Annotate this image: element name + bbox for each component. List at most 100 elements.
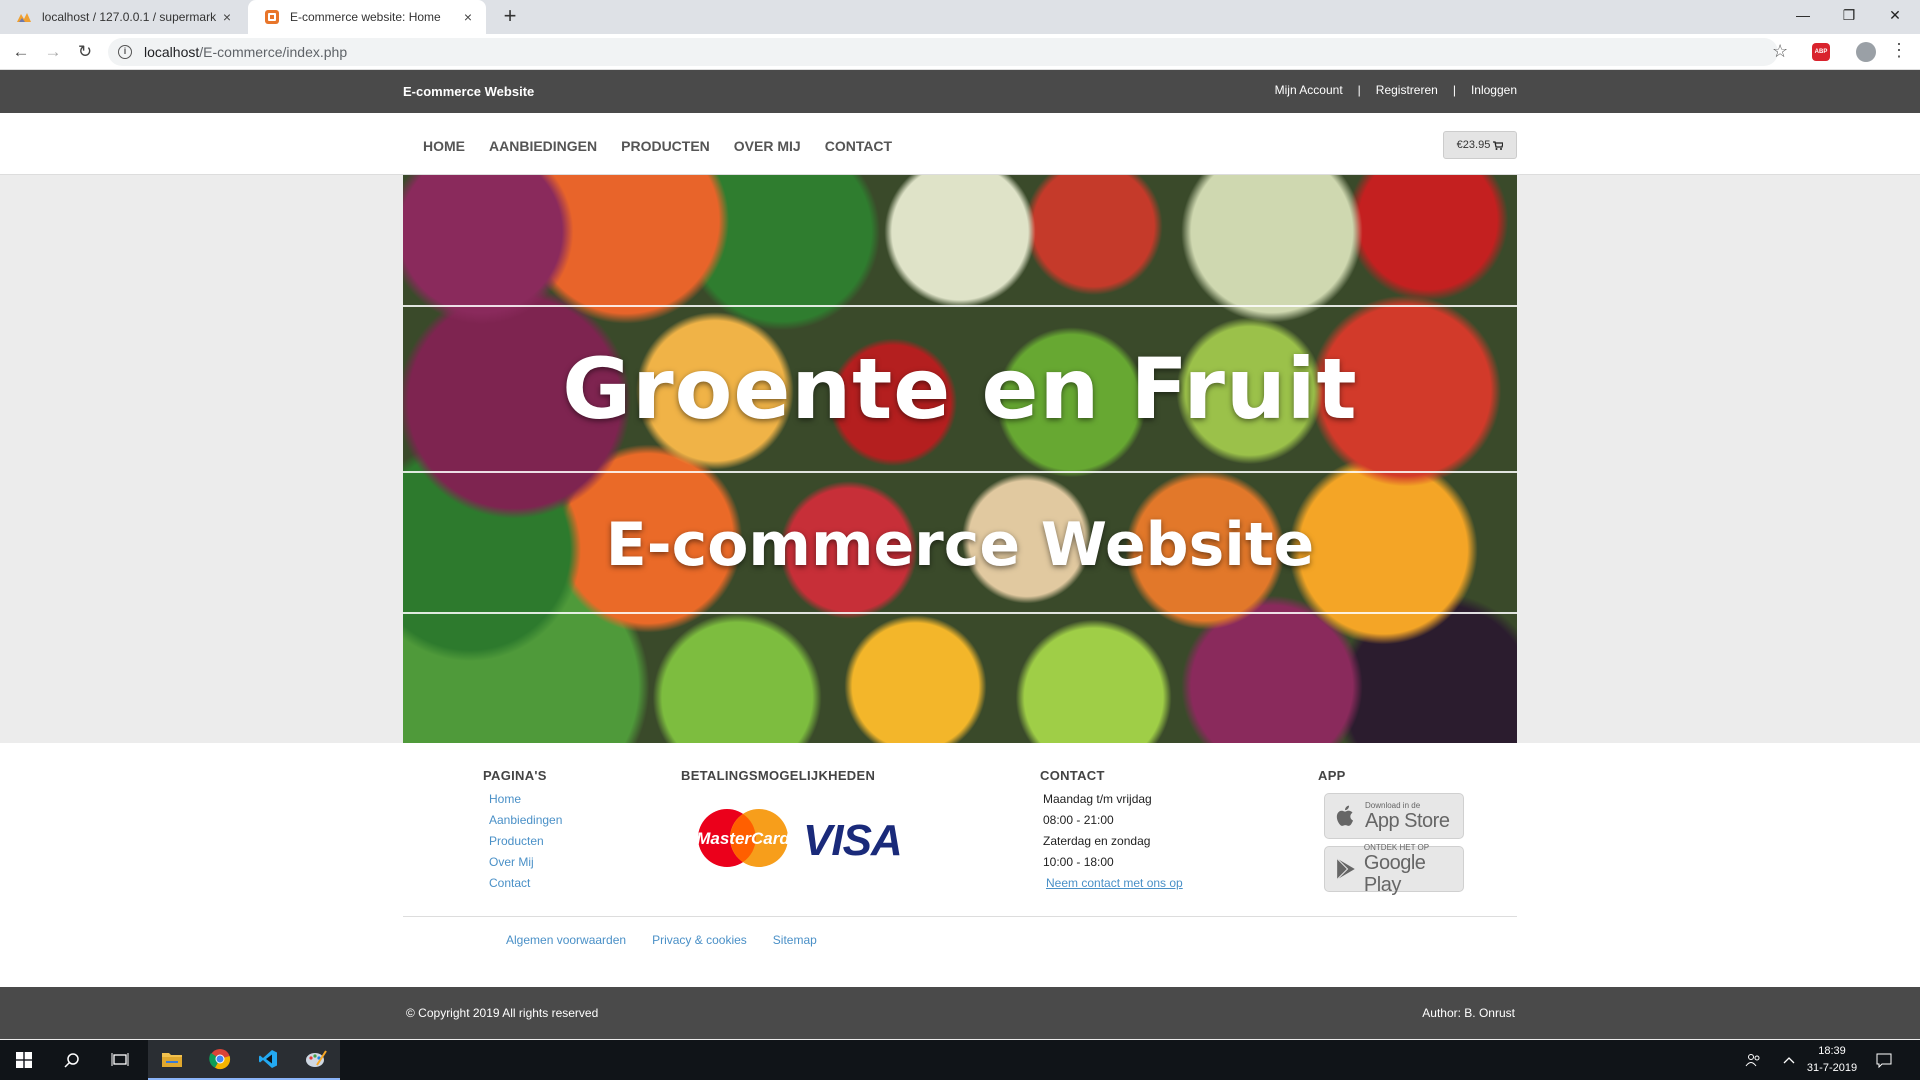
footer-legal-links: Algemen voorwaarden Privacy & cookies Si… xyxy=(506,933,843,947)
hero-banner: Groente en Fruit E-commerce Website xyxy=(403,175,1517,743)
cart-button[interactable]: €23.95 xyxy=(1443,131,1517,159)
site-footer: PAGINA'S Home Aanbiedingen Producten Ove… xyxy=(0,743,1920,987)
mastercard-text: MasterCard xyxy=(696,829,790,848)
appstore-caption: Download in de xyxy=(1365,800,1421,810)
people-glyph-icon xyxy=(1745,1054,1760,1067)
people-icon[interactable] xyxy=(1745,1040,1761,1080)
tab-title: E-commerce website: Home xyxy=(290,10,441,24)
nav-over-mij[interactable]: OVER MIJ xyxy=(734,138,801,154)
footer-heading: APP xyxy=(1318,768,1346,783)
url-host: localhost xyxy=(144,44,200,60)
clock-date: 31-7-2019 xyxy=(1806,1062,1858,1074)
login-link[interactable]: Inloggen xyxy=(1471,83,1517,97)
tab-ecommerce-home[interactable]: E-commerce website: Home × xyxy=(248,0,486,34)
contact-line: Zaterdag en zondag xyxy=(1043,834,1151,848)
contact-line: Maandag t/m vrijdag xyxy=(1043,792,1152,806)
footer-divider xyxy=(403,916,1517,917)
footer-heading: BETALINGSMOGELIJKHEDEN xyxy=(681,768,876,783)
task-view-button[interactable] xyxy=(96,1040,144,1080)
url-input[interactable]: i localhost/E-commerce/index.php xyxy=(108,38,1778,66)
hero-divider xyxy=(403,305,1517,307)
footer-pages: PAGINA'S Home Aanbiedingen Producten Ove… xyxy=(483,768,562,896)
reload-icon[interactable]: ↻ xyxy=(74,41,96,63)
site-brand[interactable]: E-commerce Website xyxy=(403,84,534,99)
sitemap-link[interactable]: Sitemap xyxy=(773,933,817,947)
back-icon[interactable]: ← xyxy=(10,41,32,63)
bookmark-star-icon[interactable]: ☆ xyxy=(1772,41,1788,62)
apple-icon xyxy=(1336,805,1354,826)
separator: | xyxy=(1452,83,1456,97)
clock-time: 18:39 xyxy=(1818,1045,1846,1057)
chrome-icon xyxy=(209,1049,231,1070)
tab-phpmyadmin[interactable]: localhost / 127.0.0.1 / supermark × xyxy=(0,0,245,34)
nav-contact[interactable]: CONTACT xyxy=(825,138,892,154)
footer-heading: PAGINA'S xyxy=(483,768,547,783)
windows-taskbar: 18:39 31-7-2019 xyxy=(0,1040,1920,1080)
google-play-button[interactable]: ONTDEK HET OP Google Play xyxy=(1324,842,1464,896)
footer-contact: CONTACT Maandag t/m vrijdag 08:00 - 21:0… xyxy=(1040,768,1183,891)
adblock-extension-icon[interactable]: ABP xyxy=(1812,43,1830,61)
browser-tab-bar: localhost / 127.0.0.1 / supermark × E-co… xyxy=(0,0,1920,34)
footer-app: APP Download in de App Store ONTDEK HET … xyxy=(1318,768,1478,898)
notification-icon[interactable] xyxy=(1876,1040,1892,1080)
copyright-text: © Copyright 2019 All rights reserved xyxy=(406,1006,599,1020)
terms-link[interactable]: Algemen voorwaarden xyxy=(506,933,626,947)
hero-subtitle: E-commerce Website xyxy=(605,510,1315,580)
close-window-icon[interactable]: ✕ xyxy=(1872,0,1918,30)
hero-divider xyxy=(403,612,1517,614)
nav-aanbiedingen[interactable]: AANBIEDINGEN xyxy=(489,138,597,154)
address-toolbar: ← → ↻ i localhost/E-commerce/index.php ☆… xyxy=(0,34,1920,70)
profile-avatar[interactable] xyxy=(1856,42,1876,62)
chrome-taskbar[interactable] xyxy=(196,1040,244,1080)
close-tab-icon[interactable]: × xyxy=(460,9,476,25)
footer-link-home[interactable]: Home xyxy=(489,791,562,807)
mastercard-logo: MasterCard xyxy=(696,809,790,867)
footer-link-contact[interactable]: Contact xyxy=(489,875,562,891)
close-tab-icon[interactable]: × xyxy=(219,9,235,25)
visa-logo: VISA xyxy=(803,816,903,865)
footer-link-over-mij[interactable]: Over Mij xyxy=(489,854,562,870)
start-button[interactable] xyxy=(0,1040,48,1080)
contact-line: 10:00 - 18:00 xyxy=(1043,855,1114,869)
googleplay-caption: ONTDEK HET OP xyxy=(1363,842,1430,852)
separator: | xyxy=(1357,83,1361,97)
maximize-icon[interactable]: ❐ xyxy=(1826,0,1872,30)
shopping-cart-icon xyxy=(1493,140,1504,150)
search-button[interactable] xyxy=(48,1040,96,1080)
site-top-bar: E-commerce Website Mijn Account | Regist… xyxy=(0,70,1920,113)
hero-title: Groente en Fruit xyxy=(562,340,1358,438)
hero-divider xyxy=(403,471,1517,473)
privacy-link[interactable]: Privacy & cookies xyxy=(652,933,747,947)
new-tab-button[interactable]: + xyxy=(498,5,522,29)
vscode-taskbar[interactable] xyxy=(244,1040,292,1080)
copyright-bar: © Copyright 2019 All rights reserved Aut… xyxy=(0,987,1920,1039)
tray-chevron-glyph-icon xyxy=(1783,1057,1795,1064)
browser-menu-icon[interactable]: ⋮ xyxy=(1890,40,1908,61)
footer-payment: BETALINGSMOGELIJKHEDEN MasterCard VISA xyxy=(681,768,941,888)
paint-taskbar[interactable] xyxy=(292,1040,340,1080)
contact-us-link[interactable]: Neem contact met ons op xyxy=(1046,875,1183,891)
url-path: /E-commerce/index.php xyxy=(199,44,348,60)
forward-icon[interactable]: → xyxy=(42,41,64,63)
site-info-icon[interactable]: i xyxy=(118,45,132,59)
my-account-link[interactable]: Mijn Account xyxy=(1275,83,1343,97)
phpmyadmin-favicon-icon xyxy=(17,13,31,22)
nav-producten[interactable]: PRODUCTEN xyxy=(621,138,710,154)
minimize-icon[interactable]: — xyxy=(1780,0,1826,30)
footer-link-producten[interactable]: Producten xyxy=(489,833,562,849)
account-links: Mijn Account | Registreren | Inloggen xyxy=(1275,83,1517,97)
app-store-button[interactable]: Download in de App Store xyxy=(1324,793,1464,839)
windows-logo-icon xyxy=(16,1052,32,1068)
search-icon xyxy=(64,1053,79,1068)
nav-home[interactable]: HOME xyxy=(423,138,465,154)
file-explorer-taskbar[interactable] xyxy=(148,1040,196,1080)
chevron-up-icon[interactable] xyxy=(1783,1040,1795,1080)
register-link[interactable]: Registreren xyxy=(1376,83,1438,97)
task-view-icon xyxy=(111,1053,129,1066)
system-clock[interactable]: 18:39 31-7-2019 xyxy=(1800,1043,1864,1077)
paint-icon xyxy=(306,1050,327,1067)
google-play-icon xyxy=(1336,858,1355,880)
footer-link-aanbiedingen[interactable]: Aanbiedingen xyxy=(489,812,562,828)
author-text: Author: B. Onrust xyxy=(1422,1006,1515,1020)
main-navigation: HOME AANBIEDINGEN PRODUCTEN OVER MIJ CON… xyxy=(0,113,1920,175)
